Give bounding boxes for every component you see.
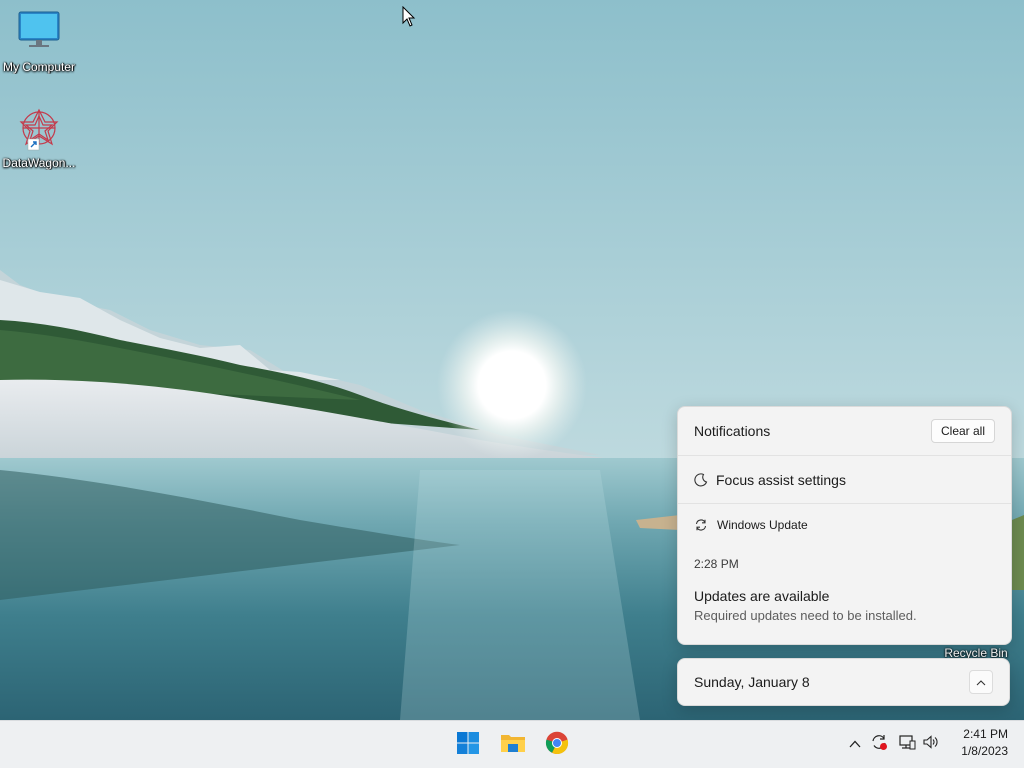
chrome-button[interactable] [541,729,573,761]
datawagon-app-icon [15,106,63,154]
focus-assist-settings-link[interactable]: Focus assist settings [678,456,1011,504]
volume-icon [922,733,940,756]
clock-date: 1/8/2023 [961,744,1008,758]
notification-body: Required updates need to be installed. [694,608,917,623]
taskbar-clock[interactable]: 2:41 PM 1/8/2023 [948,726,1016,764]
chrome-icon [545,731,569,760]
moon-icon [694,472,708,487]
notification-center: Notifications Clear all Focus assist set… [677,406,1012,645]
show-hidden-icons-button[interactable] [846,735,864,753]
notification-title: Notifications [694,423,771,439]
calendar-date-label: Sunday, January 8 [694,674,810,690]
calendar-panel: Sunday, January 8 [677,658,1010,706]
taskbar: 2:41 PM 1/8/2023 [0,720,1024,768]
notification-time: 2:28 PM [694,557,739,571]
sync-icon [694,518,708,532]
network-icon [898,733,916,756]
chevron-up-icon [849,735,861,753]
clock-time: 2:41 PM [963,727,1008,741]
desktop-icon-my-computer[interactable]: My Computer [0,10,78,74]
notification-app-name: Windows Update [717,518,808,532]
windows-start-icon [456,731,480,760]
clear-all-button[interactable]: Clear all [930,419,995,443]
file-explorer-icon [500,731,526,760]
notification-card[interactable]: Windows Update 2:28 PM Updates are avail… [678,504,1011,623]
network-tray-button[interactable] [898,733,916,756]
monitor-icon [15,10,63,58]
update-restart-tray-button[interactable] [870,733,888,756]
desktop-icon-label: DataWagon... [2,156,76,170]
desktop-icon-label: My Computer [2,60,76,74]
chevron-up-icon [976,673,986,691]
volume-tray-button[interactable] [922,733,940,756]
focus-assist-label: Focus assist settings [716,471,846,488]
start-button[interactable] [452,729,484,761]
notification-header: Notifications Clear all [678,407,1011,456]
file-explorer-button[interactable] [497,729,529,761]
desktop-icon-datawagon[interactable]: DataWagon... [0,106,78,170]
notification-app-row: Windows Update [678,504,1011,532]
update-restart-icon [870,733,888,756]
mouse-cursor-icon [402,5,416,28]
calendar-collapse-button[interactable] [969,670,993,694]
notification-heading: Updates are available [694,588,830,604]
